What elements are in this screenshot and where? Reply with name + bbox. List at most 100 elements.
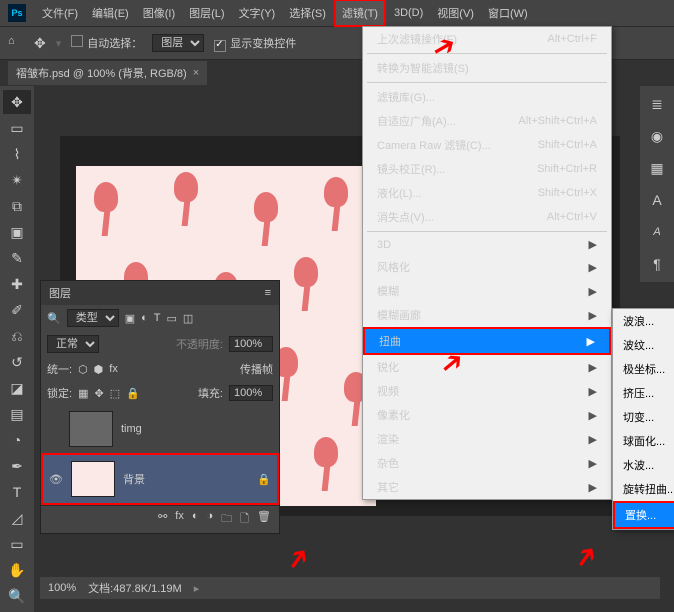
- menu-filter[interactable]: 滤镜(T): [334, 0, 386, 27]
- submenu-zigzag[interactable]: 水波...: [613, 453, 674, 477]
- menu-noise[interactable]: 杂色▶: [363, 451, 611, 475]
- layer-name[interactable]: 背景: [123, 471, 145, 487]
- home-icon[interactable]: ⌂: [8, 35, 24, 51]
- menu-type[interactable]: 文字(Y): [233, 1, 282, 25]
- new-layer-icon[interactable]: 🗋: [240, 510, 249, 529]
- lasso-tool[interactable]: ⌇: [3, 142, 31, 166]
- gradient-tool[interactable]: ▤: [3, 402, 31, 426]
- pen-tool[interactable]: ✒: [3, 454, 31, 478]
- layer-item[interactable]: timg: [41, 405, 279, 453]
- menu-liquify[interactable]: 液化(L)...Shift+Ctrl+X: [363, 181, 611, 205]
- fx-icon[interactable]: fx: [175, 510, 184, 529]
- layers-panel-icon[interactable]: ≣: [643, 92, 671, 116]
- group-icon[interactable]: 🗀: [221, 510, 232, 529]
- doc-size: 487.8K/1.19M: [113, 583, 182, 595]
- filter-image-icon[interactable]: ▣: [125, 312, 135, 325]
- marquee-tool[interactable]: ▭: [3, 116, 31, 140]
- frame-tool[interactable]: ▣: [3, 220, 31, 244]
- menu-camera-raw[interactable]: Camera Raw 滤镜(C)...Shift+Ctrl+A: [363, 133, 611, 157]
- delete-layer-icon[interactable]: 🗑: [257, 510, 271, 529]
- submenu-spherize[interactable]: 球面化...: [613, 429, 674, 453]
- character-panel-icon[interactable]: A: [643, 188, 671, 212]
- menu-blur[interactable]: 模糊▶: [363, 279, 611, 303]
- auto-select-target[interactable]: 图层: [152, 34, 204, 52]
- eraser-tool[interactable]: ◪: [3, 376, 31, 400]
- layer-filter-kind[interactable]: 类型: [67, 309, 119, 327]
- menu-last-filter[interactable]: 上次滤镜操作(F)Alt+Ctrl+F: [363, 27, 611, 51]
- filter-adjust-icon[interactable]: ◐: [141, 312, 148, 325]
- brush-tool[interactable]: ✐: [3, 298, 31, 322]
- document-tab[interactable]: 褶皱布.psd @ 100% (背景, RGB/8) ×: [8, 61, 207, 85]
- opacity-input[interactable]: [229, 336, 273, 352]
- menu-pixelate[interactable]: 像素化▶: [363, 403, 611, 427]
- stamp-tool[interactable]: ⎌: [3, 324, 31, 348]
- menu-lens-correction[interactable]: 镜头校正(R)...Shift+Ctrl+R: [363, 157, 611, 181]
- menu-sharpen[interactable]: 锐化▶: [363, 355, 611, 379]
- layer-item-background[interactable]: 👁 背景 🔒: [41, 453, 279, 505]
- move-tool[interactable]: ✥: [3, 90, 31, 114]
- submenu-wave[interactable]: 波浪...: [613, 309, 674, 333]
- wand-tool[interactable]: ✴: [3, 168, 31, 192]
- heal-tool[interactable]: ✚: [3, 272, 31, 296]
- menu-distort[interactable]: 扭曲▶: [363, 327, 611, 355]
- menu-convert-smart[interactable]: 转换为智能滤镜(S): [363, 56, 611, 80]
- hand-tool[interactable]: ✋: [3, 558, 31, 582]
- link-layers-icon[interactable]: ⚯: [158, 510, 167, 529]
- visibility-toggle[interactable]: 👁: [49, 473, 63, 486]
- filter-type-icon[interactable]: T: [154, 312, 161, 325]
- color-panel-icon[interactable]: ◉: [643, 124, 671, 148]
- menu-image[interactable]: 图像(I): [137, 1, 181, 25]
- menu-blur-gallery[interactable]: 模糊画廊▶: [363, 303, 611, 327]
- swatches-panel-icon[interactable]: ▦: [643, 156, 671, 180]
- panel-menu-icon[interactable]: ≡: [265, 287, 271, 299]
- close-tab-icon[interactable]: ×: [193, 67, 199, 79]
- menu-3d[interactable]: 3D(D): [388, 3, 429, 23]
- submenu-twirl[interactable]: 旋转扭曲...: [613, 477, 674, 501]
- eyedropper-tool[interactable]: ✎: [3, 246, 31, 270]
- menu-filter-gallery[interactable]: 滤镜库(G)...: [363, 85, 611, 109]
- lock-artboard-icon[interactable]: ⬚: [110, 387, 120, 400]
- menu-video[interactable]: 视频▶: [363, 379, 611, 403]
- menu-render[interactable]: 渲染▶: [363, 427, 611, 451]
- history-brush-tool[interactable]: ↺: [3, 350, 31, 374]
- filter-smart-icon[interactable]: ◫: [183, 312, 193, 325]
- zoom-tool[interactable]: 🔍: [3, 584, 31, 608]
- lock-pixels-icon[interactable]: ▦: [78, 387, 88, 400]
- menu-other[interactable]: 其它▶: [363, 475, 611, 499]
- submenu-ripple[interactable]: 波纹...: [613, 333, 674, 357]
- type-tool[interactable]: T: [3, 480, 31, 504]
- shape-tool[interactable]: ▭: [3, 532, 31, 556]
- menu-file[interactable]: 文件(F): [36, 1, 84, 25]
- menu-view[interactable]: 视图(V): [431, 1, 480, 25]
- submenu-polar[interactable]: 极坐标...: [613, 357, 674, 381]
- filter-shape-icon[interactable]: ▭: [167, 312, 177, 325]
- submenu-shear[interactable]: 切变...: [613, 405, 674, 429]
- layer-name[interactable]: timg: [121, 423, 142, 435]
- mask-icon[interactable]: ◐: [192, 510, 199, 529]
- submenu-displace[interactable]: 置换...: [613, 501, 674, 529]
- styles-panel-icon[interactable]: ¶: [643, 252, 671, 276]
- menu-edit[interactable]: 编辑(E): [86, 1, 135, 25]
- distort-submenu: 波浪... 波纹... 极坐标... 挤压... 切变... 球面化... 水波…: [612, 308, 674, 530]
- path-tool[interactable]: ◿: [3, 506, 31, 530]
- zoom-level[interactable]: 100%: [48, 582, 76, 594]
- lock-all-icon[interactable]: 🔒: [126, 387, 140, 400]
- blur-tool[interactable]: ◔: [3, 428, 31, 452]
- adjustment-icon[interactable]: ◑: [207, 510, 214, 529]
- menu-window[interactable]: 窗口(W): [482, 1, 534, 25]
- menu-vanishing-point[interactable]: 消失点(V)...Alt+Ctrl+V: [363, 205, 611, 229]
- menu-select[interactable]: 选择(S): [283, 1, 332, 25]
- submenu-pinch[interactable]: 挤压...: [613, 381, 674, 405]
- ps-logo-icon: Ps: [8, 4, 26, 22]
- show-transform-checkbox[interactable]: [214, 40, 226, 52]
- menu-layer[interactable]: 图层(L): [183, 1, 230, 25]
- crop-tool[interactable]: ⧉: [3, 194, 31, 218]
- blend-mode-select[interactable]: 正常: [47, 335, 99, 353]
- lock-position-icon[interactable]: ✥: [94, 387, 103, 400]
- menu-3d[interactable]: 3D▶: [363, 234, 611, 255]
- menu-stylize[interactable]: 风格化▶: [363, 255, 611, 279]
- fill-input[interactable]: [229, 385, 273, 401]
- paragraph-panel-icon[interactable]: A: [643, 220, 671, 244]
- auto-select-checkbox[interactable]: [71, 35, 83, 47]
- menu-adaptive-wide[interactable]: 自适应广角(A)...Alt+Shift+Ctrl+A: [363, 109, 611, 133]
